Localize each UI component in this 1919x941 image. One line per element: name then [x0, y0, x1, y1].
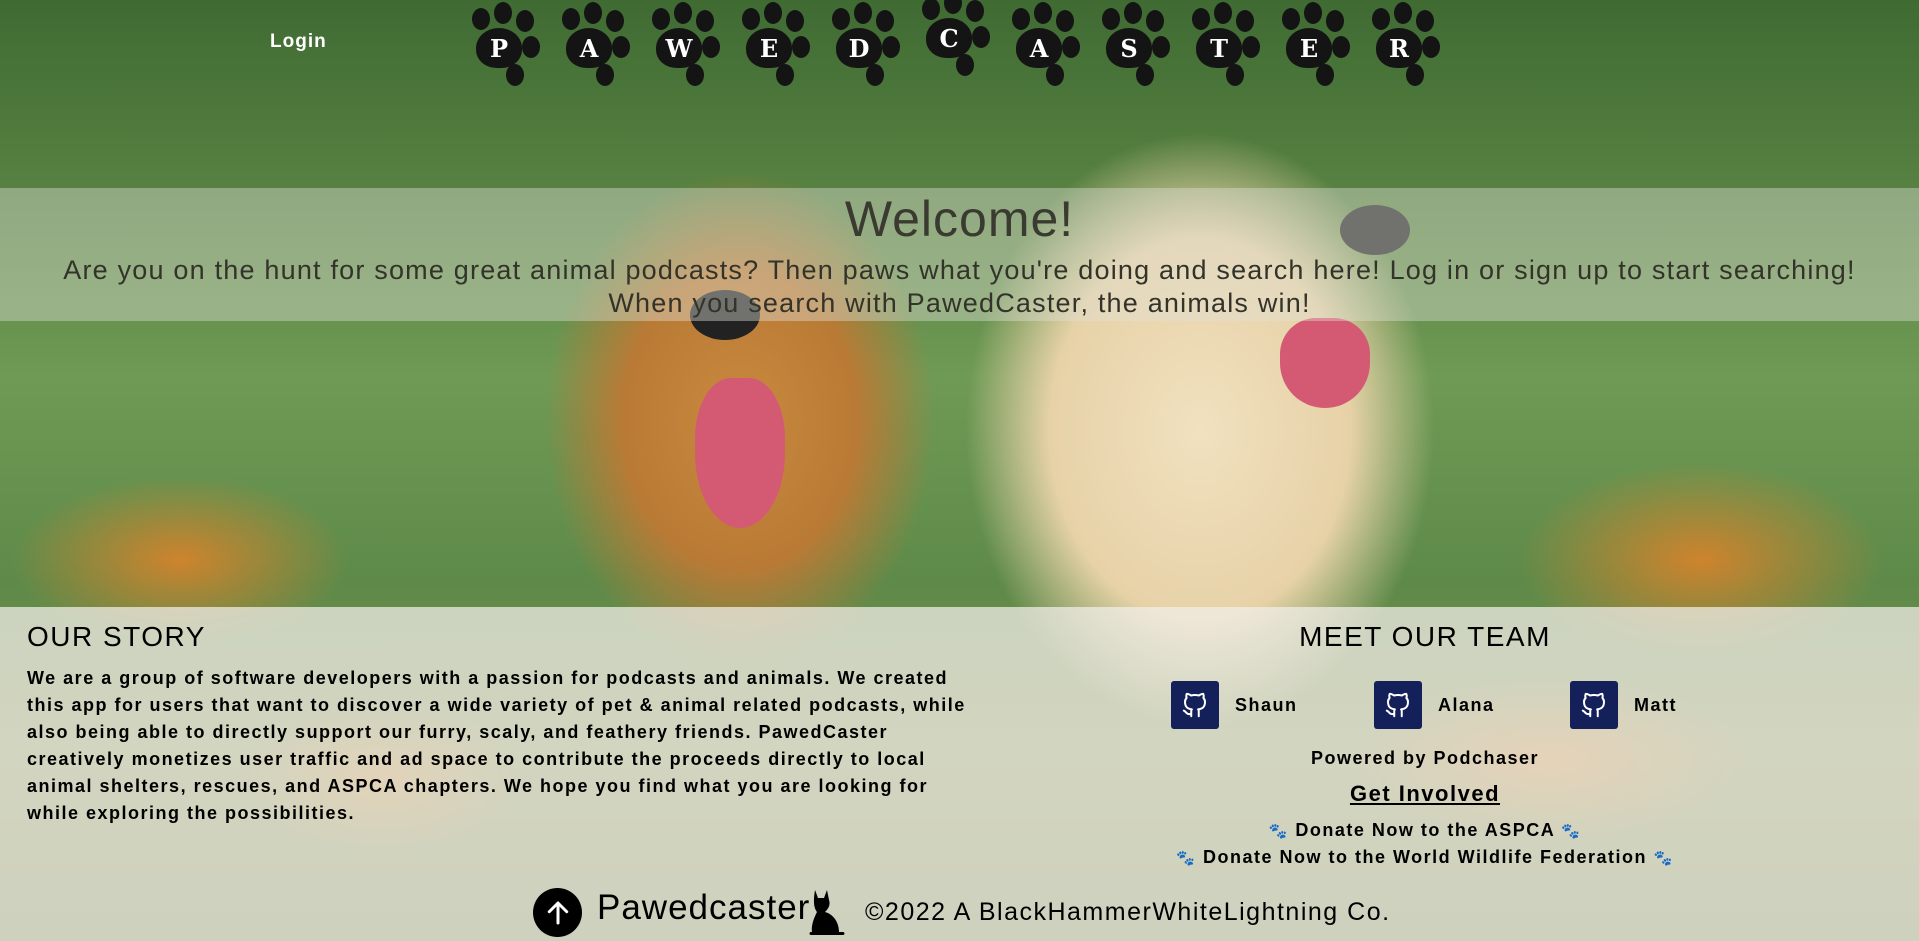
- scroll-to-top-button[interactable]: [533, 888, 582, 937]
- arrow-up-icon: [547, 901, 568, 924]
- welcome-title: Welcome!: [844, 191, 1075, 247]
- github-icon[interactable]: [1171, 681, 1219, 729]
- paw-icon: 🐾: [1653, 850, 1674, 867]
- github-icon[interactable]: [1570, 681, 1618, 729]
- paw-letter: D: [826, 0, 916, 95]
- login-link[interactable]: Login: [270, 31, 327, 53]
- paw-icon: 🐾: [1561, 823, 1582, 840]
- paw-letter: A: [556, 0, 646, 95]
- footer-brand: Pawedcaster: [597, 888, 811, 927]
- team-member-matt[interactable]: Matt: [1570, 681, 1677, 729]
- welcome-text: Are you on the hunt for some great anima…: [63, 255, 1856, 318]
- github-icon[interactable]: [1374, 681, 1422, 729]
- pawedcaster-logo: P A W E D C A S T E R: [466, 0, 1456, 95]
- paw-letter: P: [466, 0, 556, 95]
- paw-letter: E: [1276, 0, 1366, 95]
- team-member-name: Matt: [1634, 694, 1677, 715]
- get-involved-link[interactable]: Get Involved: [1200, 781, 1650, 807]
- puppy-tongue: [695, 378, 785, 528]
- paw-letter: S: [1096, 0, 1186, 95]
- powered-by-link[interactable]: Powered by Podchaser: [1200, 748, 1650, 769]
- donate-aspca-link[interactable]: 🐾 Donate Now to the ASPCA 🐾: [1100, 820, 1750, 841]
- team-member-name: Shaun: [1235, 694, 1298, 715]
- paw-letter: R: [1366, 0, 1456, 95]
- paw-icon: 🐾: [1268, 823, 1289, 840]
- team-member-alana[interactable]: Alana: [1374, 681, 1495, 729]
- our-story-text: We are a group of software developers wi…: [27, 668, 966, 823]
- paw-letter: E: [736, 0, 826, 95]
- paw-letter: T: [1186, 0, 1276, 95]
- our-story-title: OUR STORY: [27, 621, 206, 652]
- cat-icon: [809, 890, 845, 935]
- paw-letter: A: [1006, 0, 1096, 95]
- puppy-tongue: [1280, 318, 1370, 408]
- team-member-shaun[interactable]: Shaun: [1171, 681, 1298, 729]
- team-member-name: Alana: [1438, 694, 1495, 715]
- paw-icon: 🐾: [1176, 850, 1197, 867]
- info-footer: OUR STORY We are a group of software dev…: [0, 607, 1919, 941]
- donate-aspca-label: Donate Now to the ASPCA: [1295, 820, 1555, 840]
- welcome-banner: Welcome! Are you on the hunt for some gr…: [0, 188, 1919, 321]
- meet-team-title: MEET OUR TEAM: [1299, 621, 1551, 652]
- paw-letter: W: [646, 0, 736, 95]
- paw-letter: C: [916, 0, 1006, 85]
- copyright-text: ©2022 A BlackHammerWhiteLightning Co.: [865, 898, 1391, 926]
- donate-wwf-link[interactable]: 🐾 Donate Now to the World Wildlife Feder…: [1100, 847, 1750, 868]
- donate-wwf-label: Donate Now to the World Wildlife Federat…: [1202, 847, 1647, 867]
